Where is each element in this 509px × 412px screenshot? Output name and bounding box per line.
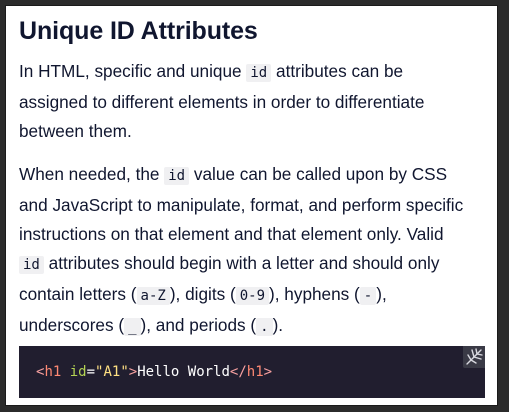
code-token: > [263, 364, 273, 380]
page-title: Unique ID Attributes [19, 17, 258, 45]
inline-code: . [256, 318, 273, 336]
inline-code: a-Z [136, 287, 170, 305]
code-attribute: id [69, 364, 87, 380]
code-block: <h1 id="A1">Hello World</h1> [19, 346, 485, 398]
text-line: underscores (_), and periods (.). [19, 315, 284, 336]
text-line: instructions on that element and that el… [19, 224, 444, 244]
code-token: </ [229, 364, 247, 380]
text-line: When needed, the id value can be called … [19, 164, 448, 185]
expand-glyph [466, 348, 483, 365]
inline-code: 0-9 [235, 287, 270, 305]
text-line: In HTML, specific and unique id attribut… [19, 61, 404, 82]
text-line: between them. [19, 121, 132, 141]
code-text: Hello World [137, 364, 230, 380]
inline-code: _ [124, 318, 141, 336]
inline-code: id [164, 167, 190, 185]
text-line: id attributes should begin with a letter… [19, 249, 497, 280]
expand-icon[interactable] [463, 346, 485, 368]
inline-code: id [246, 64, 272, 82]
text-line: contain letters (a-Z), digits (0-9), hyp… [19, 284, 387, 305]
text-line: and JavaScript to manipulate, format, an… [19, 195, 464, 215]
inline-code: - [359, 287, 377, 305]
code-string: "A1" [95, 364, 129, 380]
inline-code: id [19, 256, 44, 274]
code-token: = [86, 364, 96, 380]
code-tag: h1 [44, 364, 62, 380]
content-card: Unique ID Attributes In HTML, specific a… [5, 5, 498, 406]
code-tag: h1 [246, 364, 264, 380]
code-token: > [128, 364, 138, 380]
paragraph-intro: In HTML, specific and unique id attribut… [19, 57, 497, 146]
code-line: <h1 id="A1">Hello World</h1> [36, 363, 272, 381]
paragraph-details: When needed, the id value can be called … [19, 160, 497, 342]
text-line: assigned to different elements in order … [19, 92, 425, 112]
